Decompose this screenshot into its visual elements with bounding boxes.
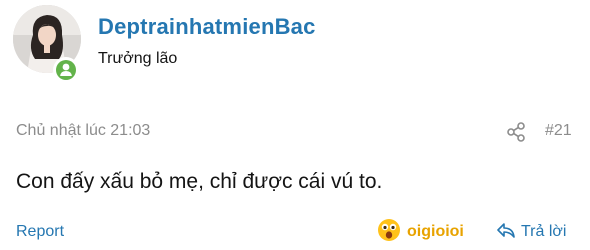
author-user-title: Trưởng lão bbox=[98, 50, 178, 67]
reaction-emoji-icon bbox=[377, 218, 401, 247]
post-number[interactable]: #21 bbox=[545, 122, 572, 140]
report-link[interactable]: Report bbox=[16, 223, 64, 241]
author-username[interactable]: DeptrainhatmienBac bbox=[98, 14, 316, 40]
reply-label: Trả lời bbox=[521, 223, 567, 240]
post-date[interactable]: Chủ nhật lúc 21:03 bbox=[16, 122, 150, 140]
reply-icon bbox=[496, 220, 516, 245]
share-icon[interactable] bbox=[505, 121, 527, 143]
post-author-header: DeptrainhatmienBac Trưởng lão bbox=[0, 0, 590, 102]
reaction-button[interactable]: oigioioi bbox=[377, 218, 464, 247]
reaction-label: oigioioi bbox=[407, 223, 464, 240]
online-status-icon bbox=[53, 57, 79, 83]
post-message: Con đấy xấu bỏ mẹ, chỉ được cái vú to. bbox=[16, 170, 383, 193]
reply-button[interactable]: Trả lời bbox=[496, 220, 566, 244]
